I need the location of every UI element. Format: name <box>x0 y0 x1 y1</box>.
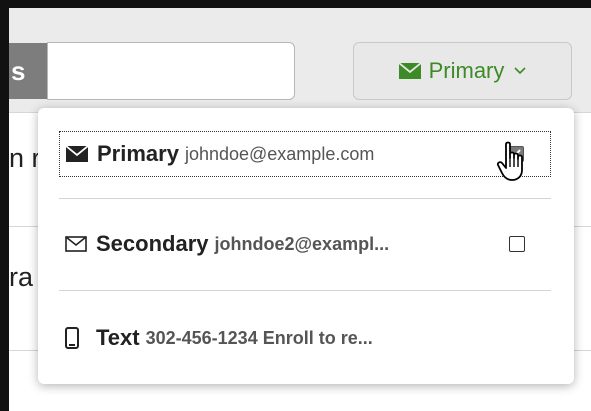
option-name: Secondary <box>96 231 209 256</box>
primary-contact-button[interactable]: Primary <box>353 42 572 100</box>
primary-button-label: Primary <box>428 58 505 83</box>
chevron-down-icon <box>514 62 526 80</box>
option-separator <box>59 290 551 291</box>
window-frame-left <box>0 0 9 411</box>
input-prefix-text: s <box>11 55 26 86</box>
envelope-filled-icon <box>398 63 421 79</box>
option-separator <box>59 198 551 199</box>
window-frame-top <box>0 0 591 8</box>
dropdown-option-secondary[interactable]: Secondary johndoe2@exampl... <box>59 221 551 267</box>
text-input[interactable] <box>47 42 295 100</box>
envelope-outline-icon <box>65 236 89 252</box>
input-prefix-addon: s <box>9 43 47 99</box>
dropdown-option-primary[interactable]: Primary johndoe@example.com <box>59 131 551 177</box>
option-detail: 302-456-1234 Enroll to re... <box>145 327 373 348</box>
hand-pointer-cursor-icon <box>496 140 530 189</box>
option-detail: johndoe2@exampl... <box>214 233 390 254</box>
dropdown-option-text[interactable]: Text 302-456-1234 Enroll to re... <box>59 315 551 361</box>
mobile-phone-icon <box>65 327 89 349</box>
option-name: Text <box>96 325 140 350</box>
option-detail: johndoe@example.com <box>184 143 375 164</box>
option-name: Primary <box>97 141 179 166</box>
contact-method-dropdown: Primary johndoe@example.com Secondary jo… <box>38 108 574 384</box>
envelope-filled-icon <box>66 146 90 162</box>
option-checkbox[interactable] <box>509 236 525 252</box>
background-row-text: ra <box>9 262 34 292</box>
background-row-text: n r <box>9 143 41 173</box>
